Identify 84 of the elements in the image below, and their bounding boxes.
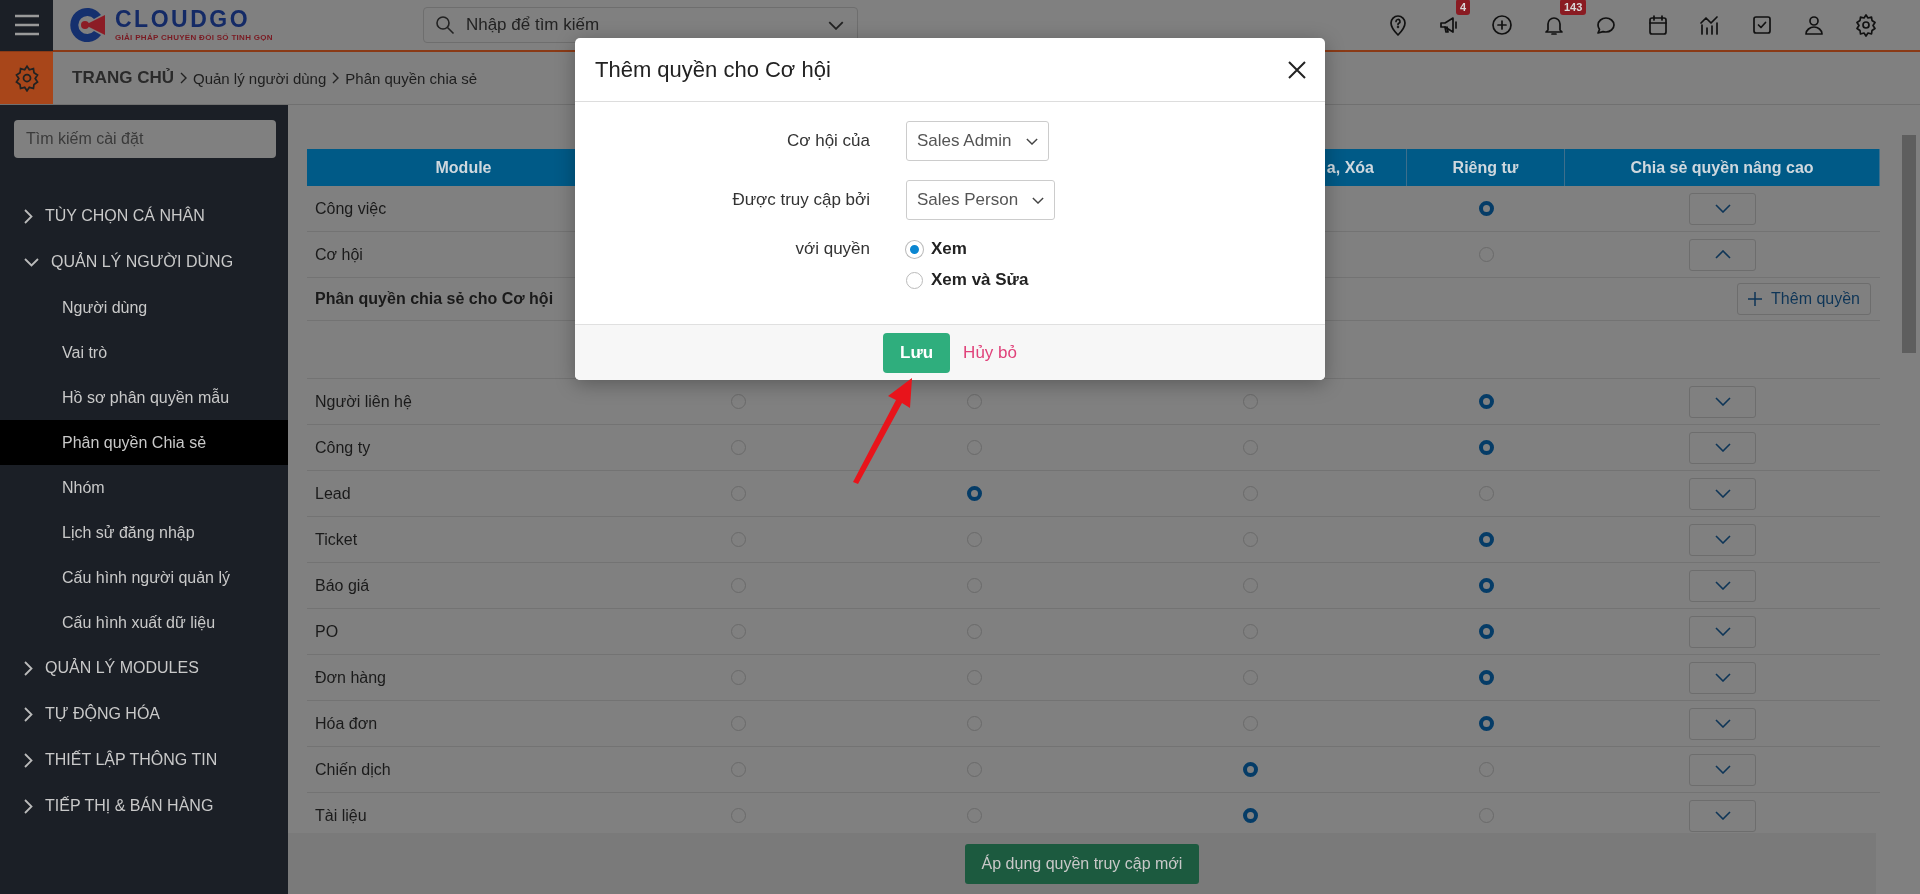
menu-icon <box>12 13 41 37</box>
permission-radio[interactable] <box>1242 808 1258 823</box>
sidebar-section[interactable]: TỰ ĐỘNG HÓA <box>0 691 288 737</box>
permission-radio[interactable] <box>1478 532 1494 547</box>
expand-button[interactable] <box>1689 799 1756 832</box>
dialog-title: Thêm quyền cho Cơ hội <box>595 56 831 83</box>
module-name: Đơn hàng <box>307 655 621 701</box>
module-name: Hóa đơn <box>307 701 621 747</box>
sidebar-item[interactable]: Cấu hình xuất dữ liệu <box>0 600 288 645</box>
permission-radio[interactable] <box>1478 670 1494 685</box>
sidebar-item[interactable]: Vai trò <box>0 330 288 375</box>
sidebar-section[interactable]: QUẢN LÝ MODULES <box>0 645 288 691</box>
notification-badge: 143 <box>1560 0 1587 15</box>
field-label: Cơ hội của <box>786 131 870 151</box>
sidebar-item[interactable]: Người dùng <box>0 285 288 330</box>
expand-button[interactable] <box>1689 238 1756 271</box>
user-icon[interactable] <box>1802 13 1826 37</box>
expand-button[interactable] <box>1689 569 1756 602</box>
permission-radio[interactable] <box>1478 201 1494 216</box>
module-name: Lead <box>307 471 621 517</box>
task-check-icon[interactable] <box>1750 13 1774 37</box>
expand-button[interactable] <box>1689 192 1756 225</box>
expand-button[interactable] <box>1689 431 1756 464</box>
sidebar-section[interactable]: TIẾP THỊ & BÁN HÀNG <box>0 783 288 829</box>
permission-radio[interactable] <box>1478 440 1494 455</box>
permission-option[interactable]: Xem và Sửa <box>906 270 1029 290</box>
expand-button[interactable] <box>1689 477 1756 510</box>
plus-circle-icon[interactable] <box>1490 13 1514 37</box>
breadcrumb-link[interactable]: Quản lý người dùng <box>193 69 327 87</box>
caret-icon <box>1025 137 1038 145</box>
expand-button[interactable] <box>1689 615 1756 648</box>
plus-icon <box>1748 292 1763 306</box>
module-name: Công ty <box>307 425 621 471</box>
module-name: Ticket <box>307 517 621 563</box>
permission-radio[interactable] <box>1478 716 1494 731</box>
permission-radio[interactable] <box>1478 578 1494 593</box>
sidebar-item[interactable]: Lịch sử đăng nhập <box>0 510 288 555</box>
column-header: Riêng tư <box>1407 149 1565 186</box>
search-field[interactable]: Nhập để tìm kiếm <box>422 7 858 43</box>
brand-tagline: GIẢI PHÁP CHUYỂN ĐỔI SỐ TINH GỌN <box>115 33 273 42</box>
cancel-link[interactable]: Hủy bỏ <box>963 342 1017 363</box>
module-name: Báo giá <box>307 563 621 609</box>
breadcrumb-link[interactable]: TRANG CHỦ <box>72 68 174 88</box>
sidebar-section[interactable]: TÙY CHỌN CÁ NHÂN <box>0 193 288 239</box>
field-label: Được truy cập bởi <box>731 190 870 210</box>
expand-button[interactable] <box>1689 523 1756 556</box>
caret-icon <box>827 21 844 30</box>
close-icon <box>1287 59 1307 80</box>
module-name: Chiến dịch <box>307 747 621 793</box>
permission-radio[interactable] <box>967 486 982 501</box>
expand-button[interactable] <box>1689 661 1756 694</box>
chevron-right-icon <box>332 72 340 84</box>
expand-button[interactable] <box>1689 707 1756 740</box>
sidebar-item[interactable]: Cấu hình người quản lý <box>0 555 288 600</box>
permission-radio[interactable] <box>1242 762 1258 777</box>
settings-tile[interactable] <box>0 52 53 104</box>
close-button[interactable] <box>1287 59 1307 80</box>
permission-radio[interactable] <box>1478 394 1494 409</box>
permission-radio[interactable] <box>1478 624 1494 639</box>
sidebar-item[interactable]: Hồ sơ phân quyền mẫu <box>0 375 288 420</box>
search-icon <box>434 15 455 35</box>
sidebar-section[interactable]: THIẾT LẬP THÔNG TIN <box>0 737 288 783</box>
breadcrumb-link[interactable]: Phân quyền chia sẻ <box>345 69 478 87</box>
expand-button[interactable] <box>1689 385 1756 418</box>
chevron-right-icon <box>180 72 187 84</box>
settings-icon[interactable] <box>1854 13 1878 37</box>
settings-search-field[interactable]: Tìm kiếm cài đặt <box>14 120 276 158</box>
dropdown[interactable]: Sales Admin <box>906 121 1049 161</box>
column-header: Chia sẻ quyền nâng cao <box>1565 149 1880 186</box>
sidebar-item[interactable]: Phân quyền Chia sẻ <box>0 420 288 465</box>
notification-badge: 4 <box>1456 0 1471 15</box>
sidebar-item[interactable]: Nhóm <box>0 465 288 510</box>
apply-button[interactable]: Áp dụng quyền truy cập mới <box>964 843 1200 884</box>
sidebar-section[interactable]: QUẢN LÝ NGƯỜI DÙNG <box>0 239 288 285</box>
expand-button[interactable] <box>1689 753 1756 786</box>
calendar-icon[interactable] <box>1646 13 1670 37</box>
menu-button[interactable] <box>0 0 53 51</box>
dropdown[interactable]: Sales Person <box>906 180 1056 220</box>
section-title: Phân quyền chia sẻ cho Cơ hội <box>315 290 554 308</box>
permission-option[interactable]: Xem <box>906 239 1029 259</box>
module-name: PO <box>307 609 621 655</box>
caret-icon <box>1032 196 1045 204</box>
brand-name: CLOUDGO <box>115 8 252 31</box>
field-label: với quyền <box>794 239 870 259</box>
